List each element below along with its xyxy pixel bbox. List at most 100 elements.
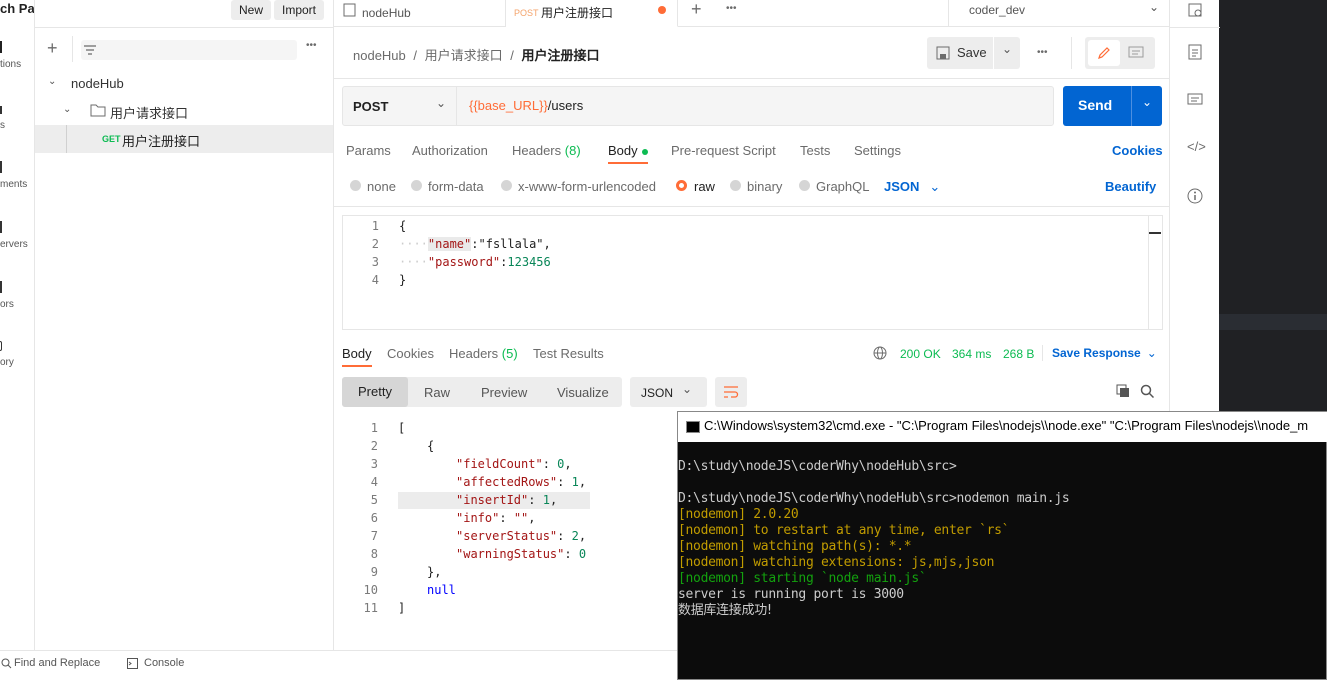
- resp-tab-headers[interactable]: Headers (5): [449, 346, 518, 361]
- find-replace-button[interactable]: Find and Replace: [14, 657, 100, 669]
- tab-bar: nodeHub POST 用户注册接口 + ••• coder_dev ⌄: [334, 0, 1219, 27]
- chevron-down-icon[interactable]: ⌄: [63, 104, 71, 115]
- resp-tab-body[interactable]: Body: [342, 346, 372, 361]
- status-code[interactable]: 200 OK: [900, 347, 941, 361]
- radio-graphql[interactable]: [799, 180, 810, 191]
- code-snippet-icon[interactable]: </>: [1187, 139, 1206, 154]
- import-button[interactable]: Import: [274, 0, 325, 20]
- comment-icon[interactable]: [1128, 46, 1144, 60]
- active-tab-underline: [342, 365, 372, 367]
- url-input[interactable]: {{base_URL}}/users: [469, 98, 583, 113]
- chevron-down-icon[interactable]: ⌄: [48, 76, 56, 87]
- tab-register[interactable]: POST 用户注册接口: [506, 0, 678, 27]
- console-line: [nodemon] 2.0.20: [678, 507, 799, 522]
- method-badge: GET: [102, 134, 121, 144]
- method-select[interactable]: POST ⌄: [343, 87, 457, 125]
- documentation-icon[interactable]: [1188, 44, 1202, 60]
- filter-input[interactable]: [81, 40, 297, 60]
- add-collection-icon[interactable]: +: [47, 38, 58, 58]
- request-body-editor[interactable]: 1 2 3 4 { ····"name":"fsllala", ····"pas…: [342, 215, 1163, 330]
- search-icon[interactable]: [1140, 384, 1154, 398]
- cmd-titlebar[interactable]: C:\Windows\system32\cmd.exe - "C:\Progra…: [678, 412, 1327, 442]
- send-label: Send: [1078, 97, 1113, 113]
- console-line: 数据库连接成功!: [678, 603, 772, 618]
- wrap-icon: [724, 386, 739, 398]
- beautify-link[interactable]: Beautify: [1105, 179, 1156, 194]
- code-line: ····"password":123456: [399, 255, 551, 269]
- response-time[interactable]: 364 ms: [952, 347, 991, 361]
- view-pretty[interactable]: Pretty: [342, 377, 408, 407]
- tab-label: nodeHub: [362, 6, 411, 20]
- save-response-label: Save Response: [1052, 346, 1141, 360]
- cmd-window[interactable]: C:\Windows\system32\cmd.exe - "C:\Progra…: [677, 411, 1327, 680]
- console-button[interactable]: Console: [144, 657, 184, 669]
- radio-raw-selected[interactable]: [676, 180, 687, 191]
- send-dropdown-icon[interactable]: ⌄: [1142, 95, 1152, 109]
- tab-authorization[interactable]: Authorization: [412, 143, 488, 158]
- rail-item-monitors[interactable]: ors: [0, 281, 34, 310]
- breadcrumb-collection[interactable]: nodeHub: [353, 48, 406, 63]
- view-raw[interactable]: Raw: [424, 385, 450, 400]
- save-response-button[interactable]: Save Response ⌄: [1052, 346, 1157, 360]
- radio-label: raw: [694, 179, 715, 194]
- resp-tab-cookies[interactable]: Cookies: [387, 346, 434, 361]
- save-button[interactable]: Save: [927, 37, 993, 69]
- radio-none[interactable]: [350, 180, 361, 191]
- tabs-more-icon[interactable]: •••: [726, 3, 737, 14]
- tab-body[interactable]: Body: [608, 143, 648, 158]
- breadcrumb-sep: /: [413, 48, 418, 63]
- globe-icon[interactable]: [873, 346, 887, 360]
- radio-label: GraphQL: [816, 179, 870, 194]
- environment-select[interactable]: coder_dev: [969, 3, 1025, 17]
- workspace-name[interactable]: nodeHub: [71, 76, 124, 91]
- view-visualize[interactable]: Visualize: [557, 385, 609, 400]
- view-preview[interactable]: Preview: [481, 385, 527, 400]
- line-number: 6: [370, 511, 378, 525]
- tab-prerequest[interactable]: Pre-request Script: [671, 143, 776, 158]
- mode-toggle: [1085, 37, 1155, 69]
- rail-item-apis[interactable]: s: [0, 106, 34, 131]
- folder-name[interactable]: 用户请求接口: [110, 103, 188, 122]
- radio-binary[interactable]: [730, 180, 741, 191]
- cookies-link[interactable]: Cookies: [1112, 143, 1163, 158]
- breadcrumb-folder[interactable]: 用户请求接口: [425, 48, 503, 63]
- tab-headers[interactable]: Headers (8): [512, 143, 581, 158]
- more-actions-icon[interactable]: •••: [1037, 47, 1048, 58]
- request-item-selected[interactable]: GET 用户注册接口: [35, 125, 333, 153]
- info-icon[interactable]: [1187, 188, 1203, 204]
- environment-quicklook-icon[interactable]: [1187, 2, 1203, 18]
- radio-urlencoded[interactable]: [501, 180, 512, 191]
- edit-mode-button[interactable]: [1088, 40, 1120, 66]
- radio-form-data[interactable]: [411, 180, 422, 191]
- response-size[interactable]: 268 B: [1003, 347, 1034, 361]
- response-body-viewer[interactable]: 1 2 3 4 5 6 7 8 9 10 11 [ { "fieldCount"…: [334, 417, 674, 617]
- sidebar-more-icon[interactable]: •••: [306, 40, 317, 51]
- rail-item-history[interactable]: ory: [0, 341, 34, 368]
- chevron-down-icon[interactable]: ⌄: [1149, 0, 1159, 14]
- chevron-down-icon: ⌄: [1146, 346, 1157, 360]
- comments-icon[interactable]: [1187, 93, 1203, 107]
- rail-item-collections[interactable]: tions: [0, 41, 34, 70]
- new-tab-icon[interactable]: +: [691, 0, 702, 18]
- scrollbar-thumb[interactable]: [1149, 232, 1161, 234]
- format-select[interactable]: JSON ⌄: [884, 179, 940, 195]
- new-button[interactable]: New: [231, 0, 272, 20]
- rail-item-mock-servers[interactable]: ervers: [0, 221, 34, 250]
- pencil-icon: [1098, 47, 1110, 59]
- tab-tests[interactable]: Tests: [800, 143, 830, 158]
- code-line: ····"name":"fsllala",: [399, 237, 551, 251]
- url-path: /users: [547, 98, 584, 113]
- tab-settings[interactable]: Settings: [854, 143, 901, 158]
- save-dropdown-chevron-icon[interactable]: ⌄: [994, 37, 1020, 69]
- tab-nodehub[interactable]: nodeHub: [334, 0, 506, 27]
- copy-icon[interactable]: [1116, 384, 1130, 398]
- view-mode-group: Pretty Raw Preview Visualize: [342, 377, 622, 407]
- radio-label: form-data: [428, 179, 484, 194]
- response-format-select[interactable]: JSON ⌄: [630, 377, 707, 407]
- wrap-lines-button[interactable]: [715, 377, 747, 407]
- cmd-app-icon: [686, 420, 700, 433]
- tab-params[interactable]: Params: [346, 143, 391, 158]
- resp-tab-test-results[interactable]: Test Results: [533, 346, 604, 361]
- rail-item-environments[interactable]: ments: [0, 161, 34, 190]
- send-button[interactable]: Send ⌄: [1063, 86, 1162, 126]
